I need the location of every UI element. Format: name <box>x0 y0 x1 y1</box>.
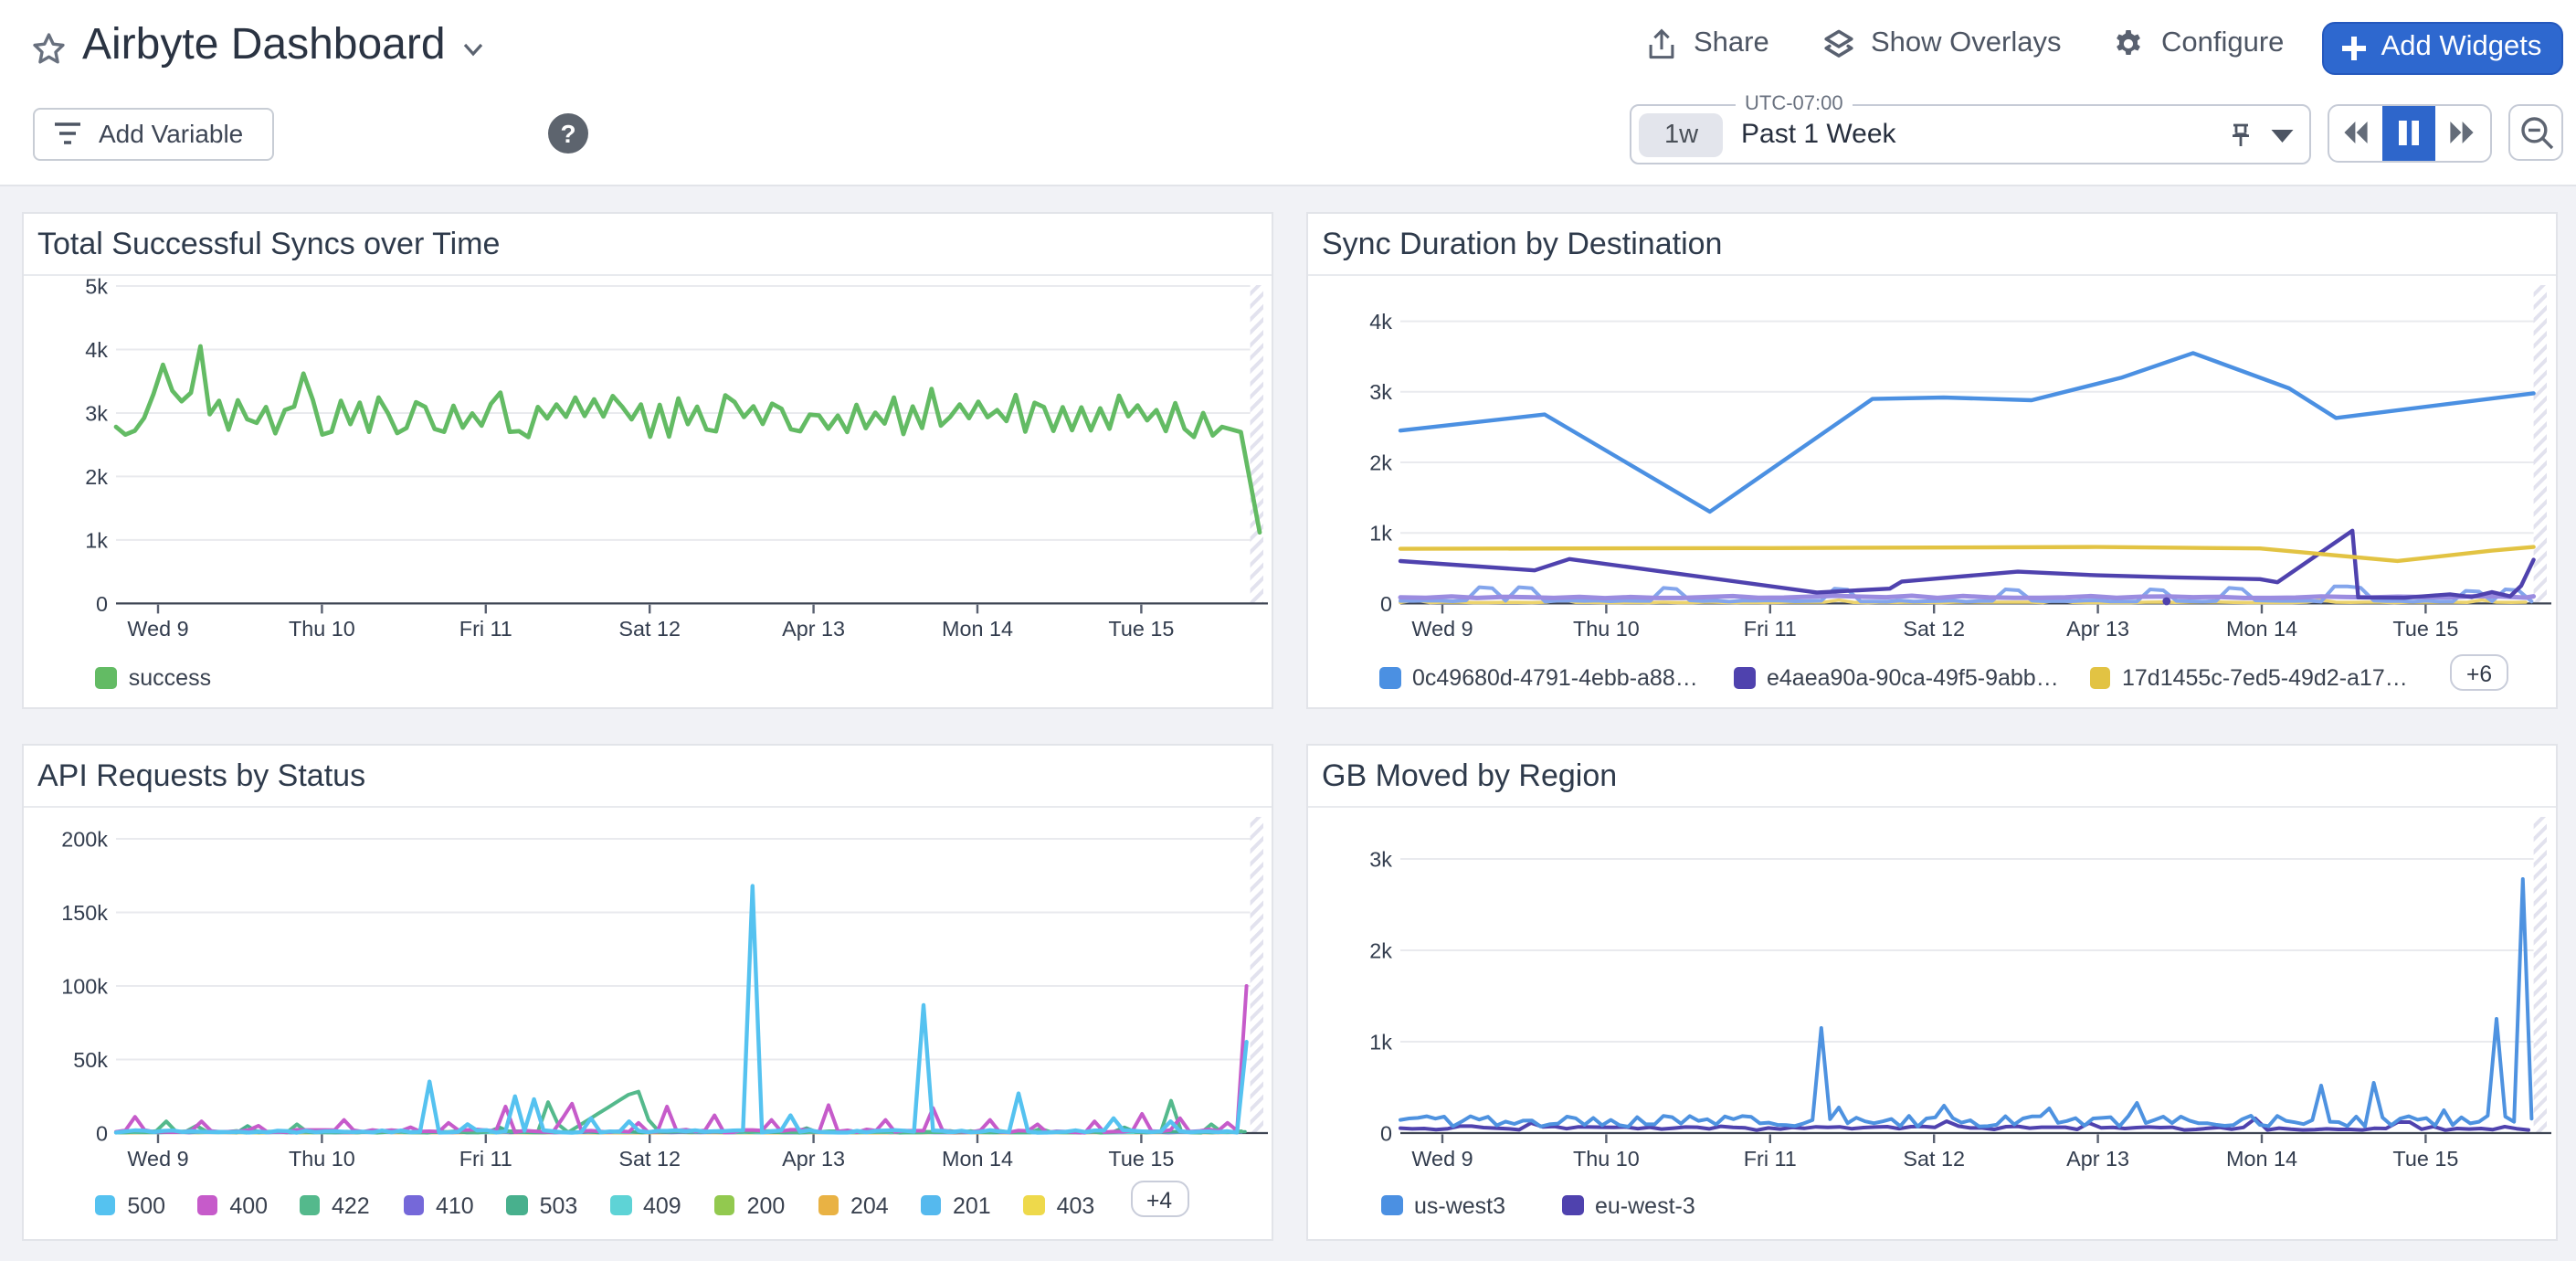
svg-text:Tue 15: Tue 15 <box>1108 618 1174 641</box>
svg-text:Wed 9: Wed 9 <box>1411 618 1473 641</box>
svg-text:Wed 9: Wed 9 <box>127 1147 188 1171</box>
svg-text:Fri 11: Fri 11 <box>1744 618 1797 641</box>
svg-text:Mon 14: Mon 14 <box>2226 1147 2297 1171</box>
svg-text:Thu 10: Thu 10 <box>1573 618 1640 641</box>
svg-text:Wed 9: Wed 9 <box>1411 1147 1473 1171</box>
svg-text:5k: 5k <box>85 277 108 299</box>
svg-text:Apr 13: Apr 13 <box>2066 1147 2129 1171</box>
svg-text:2k: 2k <box>85 465 108 489</box>
svg-text:3k: 3k <box>1369 381 1392 405</box>
svg-text:0: 0 <box>1380 592 1392 616</box>
svg-text:50k: 50k <box>73 1048 108 1072</box>
svg-text:3k: 3k <box>85 402 108 426</box>
svg-text:0: 0 <box>1380 1121 1392 1145</box>
svg-text:1k: 1k <box>1369 522 1392 546</box>
svg-text:Thu 10: Thu 10 <box>289 618 355 641</box>
svg-text:Sat 12: Sat 12 <box>618 1147 681 1171</box>
svg-text:4k: 4k <box>1369 311 1392 334</box>
svg-text:Thu 10: Thu 10 <box>289 1147 355 1171</box>
svg-text:Apr 13: Apr 13 <box>782 1147 845 1171</box>
svg-text:Apr 13: Apr 13 <box>782 618 845 641</box>
svg-text:0: 0 <box>96 592 108 616</box>
svg-text:Fri 11: Fri 11 <box>459 1147 512 1171</box>
svg-text:Wed 9: Wed 9 <box>127 618 188 641</box>
svg-text:1k: 1k <box>1369 1030 1392 1054</box>
svg-text:Tue 15: Tue 15 <box>2392 618 2458 641</box>
svg-text:1k: 1k <box>85 529 108 553</box>
svg-text:0: 0 <box>96 1121 108 1145</box>
svg-text:100k: 100k <box>61 974 108 998</box>
svg-text:Apr 13: Apr 13 <box>2066 618 2129 641</box>
svg-text:Thu 10: Thu 10 <box>1573 1147 1640 1171</box>
svg-text:Mon 14: Mon 14 <box>942 1147 1013 1171</box>
svg-text:Mon 14: Mon 14 <box>2226 618 2297 641</box>
svg-text:Tue 15: Tue 15 <box>2392 1147 2458 1171</box>
svg-text:Mon 14: Mon 14 <box>942 618 1013 641</box>
svg-text:2k: 2k <box>1369 451 1392 475</box>
svg-text:150k: 150k <box>61 901 108 925</box>
svg-text:Tue 15: Tue 15 <box>1108 1147 1174 1171</box>
svg-text:3k: 3k <box>1369 847 1392 871</box>
svg-text:2k: 2k <box>1369 938 1392 962</box>
svg-text:Sat 12: Sat 12 <box>618 618 681 641</box>
svg-text:Fri 11: Fri 11 <box>459 618 512 641</box>
svg-text:Fri 11: Fri 11 <box>1744 1147 1797 1171</box>
svg-text:Sat 12: Sat 12 <box>1903 1147 1965 1171</box>
svg-text:200k: 200k <box>61 827 108 851</box>
svg-text:4k: 4k <box>85 338 108 362</box>
svg-text:Sat 12: Sat 12 <box>1903 618 1965 641</box>
